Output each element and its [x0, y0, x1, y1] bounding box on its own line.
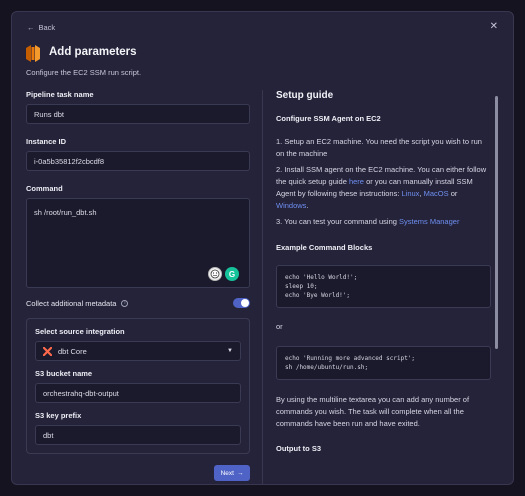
source-select[interactable]: dbt Core ▼ [35, 341, 241, 361]
task-name-label: Pipeline task name [26, 90, 94, 99]
parameters-form: Pipeline task name Runs dbt Instance ID … [26, 90, 250, 454]
code-block-1: echo 'Hello World!'; sleep 10; echo 'Bye… [276, 265, 491, 308]
bucket-input[interactable]: orchestrahq-dbt-output [35, 383, 241, 403]
step3-text: 3. You can test your command using [276, 217, 399, 226]
page-title: Add parameters [49, 46, 137, 58]
multiline-text: By using the multiline textarea you can … [276, 395, 470, 428]
or-text: or [276, 322, 283, 331]
prefix-value: dbt [43, 430, 54, 440]
metadata-label: Collect additional metadata [26, 298, 117, 308]
emoji-icon[interactable] [208, 267, 222, 281]
command-label: Command [26, 184, 63, 193]
prefix-input[interactable]: dbt [35, 425, 241, 445]
info-icon[interactable]: i [121, 299, 129, 307]
windows-link[interactable]: Windows [276, 201, 306, 210]
panel-divider [262, 90, 263, 484]
setup-guide-panel: Setup guide Configure SSM Agent on EC2 1… [276, 90, 491, 453]
macos-link[interactable]: MacOS [424, 189, 449, 198]
source-value: dbt Core [58, 346, 87, 356]
close-icon[interactable]: ✕ [490, 22, 498, 32]
guide-step-2: 2. Install SSM agent on the EC2 machine.… [276, 164, 491, 212]
next-label: Next [220, 469, 234, 477]
task-name-value: Runs dbt [34, 109, 65, 119]
arrow-left-icon: ← [27, 23, 35, 32]
task-name-input[interactable]: Runs dbt [26, 104, 250, 124]
back-label: Back [38, 23, 56, 32]
metadata-toggle[interactable] [233, 298, 250, 308]
source-select-value-group: dbt Core [43, 346, 87, 356]
guide-heading: Configure SSM Agent on EC2 [276, 114, 381, 123]
guide-step-3: 3. You can test your command using Syste… [276, 216, 491, 228]
prefix-label: S3 key prefix [35, 411, 82, 420]
step2-text-d: or [448, 189, 458, 198]
dbt-icon [43, 346, 52, 356]
source-label: Select source integration [35, 327, 125, 336]
metadata-row: Collect additional metadata i [26, 296, 250, 310]
add-parameters-modal: ← Back ✕ Add parameters Configure the EC… [11, 11, 514, 485]
linux-link[interactable]: Linux [402, 189, 420, 198]
page-subtitle: Configure the EC2 SSM run script. [26, 68, 142, 77]
examples-heading: Example Command Blocks [276, 243, 373, 252]
guide-scrollbar[interactable] [495, 96, 498, 349]
output-heading: Output to S3 [276, 444, 321, 453]
systems-manager-link[interactable]: Systems Manager [399, 217, 459, 226]
toggle-knob [241, 299, 249, 307]
guide-step-1: 1. Setup an EC2 machine. You need the sc… [276, 137, 482, 158]
instance-id-input[interactable]: i-0a5b35812f2cbcdf8 [26, 151, 250, 171]
guide-title: Setup guide [276, 90, 334, 101]
arrow-right-icon: → [236, 469, 244, 477]
back-button[interactable]: ← Back [27, 23, 55, 32]
instance-id-label: Instance ID [26, 137, 67, 146]
bucket-value: orchestrahq-dbt-output [43, 388, 119, 398]
aws-ec2-logo [26, 45, 40, 62]
step2-text-e: . [306, 201, 309, 210]
metadata-label-group: Collect additional metadata i [26, 298, 129, 308]
command-value: sh /root/run_dbt.sh [34, 208, 97, 217]
here-link[interactable]: here [349, 177, 364, 186]
bucket-label: S3 bucket name [35, 369, 93, 378]
grammarly-icon[interactable]: G [225, 267, 239, 281]
next-button[interactable]: Next → [214, 465, 250, 481]
code-block-2: echo 'Running more advanced script'; sh … [276, 346, 491, 380]
instance-id-value: i-0a5b35812f2cbcdf8 [34, 156, 105, 166]
command-textarea[interactable]: sh /root/run_dbt.sh G [26, 198, 250, 288]
metadata-settings-group: Select source integration dbt Core ▼ S3 … [26, 318, 250, 454]
caret-down-icon: ▼ [227, 348, 233, 354]
grammarly-widget[interactable]: G [208, 267, 239, 281]
